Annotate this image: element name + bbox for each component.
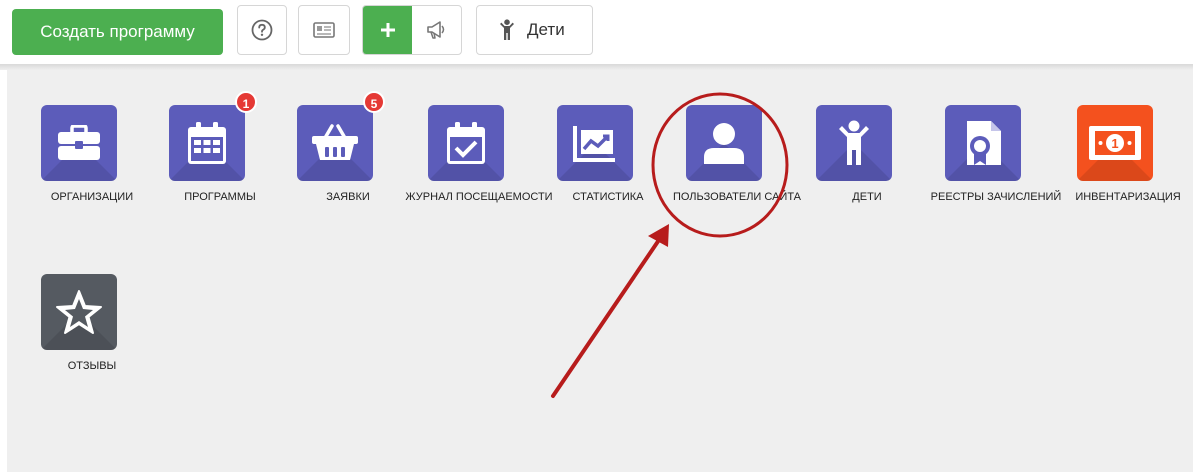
child-icon (500, 19, 514, 40)
tile-label: ОТЗЫВЫ (67, 360, 117, 372)
tile-icon-box (557, 105, 633, 181)
add-button[interactable] (363, 6, 412, 54)
children-button[interactable]: Дети (476, 5, 593, 55)
announce-button[interactable] (412, 6, 461, 54)
tile-icon-box (41, 274, 117, 350)
briefcase-icon (58, 125, 100, 160)
help-icon (251, 19, 273, 41)
help-button[interactable] (237, 5, 287, 55)
tile-icon-box (945, 105, 1021, 181)
money-icon: 1 (1089, 126, 1141, 160)
calendar-check-icon (447, 122, 485, 164)
dashboard-area: ОРГАНИЗАЦИИ 1 ПРОГРАММЫ 5 ЗАЯВКИ ЖУРНАЛ … (7, 70, 1193, 472)
plus-icon (380, 23, 395, 37)
create-program-button[interactable]: Создать программу (12, 9, 223, 55)
chart-icon (573, 126, 615, 162)
toolbar: Создать программу Дети (0, 0, 1193, 64)
tile-icon-box (428, 105, 504, 181)
child-icon (839, 120, 869, 165)
certificate-icon (967, 121, 1001, 165)
calendar-icon (188, 122, 226, 164)
megaphone-icon (426, 21, 444, 39)
star-icon (56, 290, 102, 334)
tile-icon-box (297, 105, 373, 181)
info-card-button[interactable] (298, 5, 350, 55)
basket-icon (312, 124, 358, 160)
svg-text:1: 1 (1111, 136, 1118, 151)
tile-icon-box (816, 105, 892, 181)
add-announce-group (362, 5, 462, 55)
tile-icon-box (686, 105, 762, 181)
notification-badge: 1 (235, 91, 257, 113)
tile-icon-box: 1 (1077, 105, 1153, 181)
notification-badge: 5 (363, 91, 385, 113)
tile-icon-box (169, 105, 245, 181)
children-label: Дети (527, 20, 565, 39)
id-card-icon (313, 22, 335, 38)
tile-icon-box (41, 105, 117, 181)
user-icon (704, 123, 744, 164)
tile-label: ИНВЕНТАРИЗАЦИЯ (1075, 191, 1181, 203)
create-program-label: Создать программу (40, 22, 195, 41)
